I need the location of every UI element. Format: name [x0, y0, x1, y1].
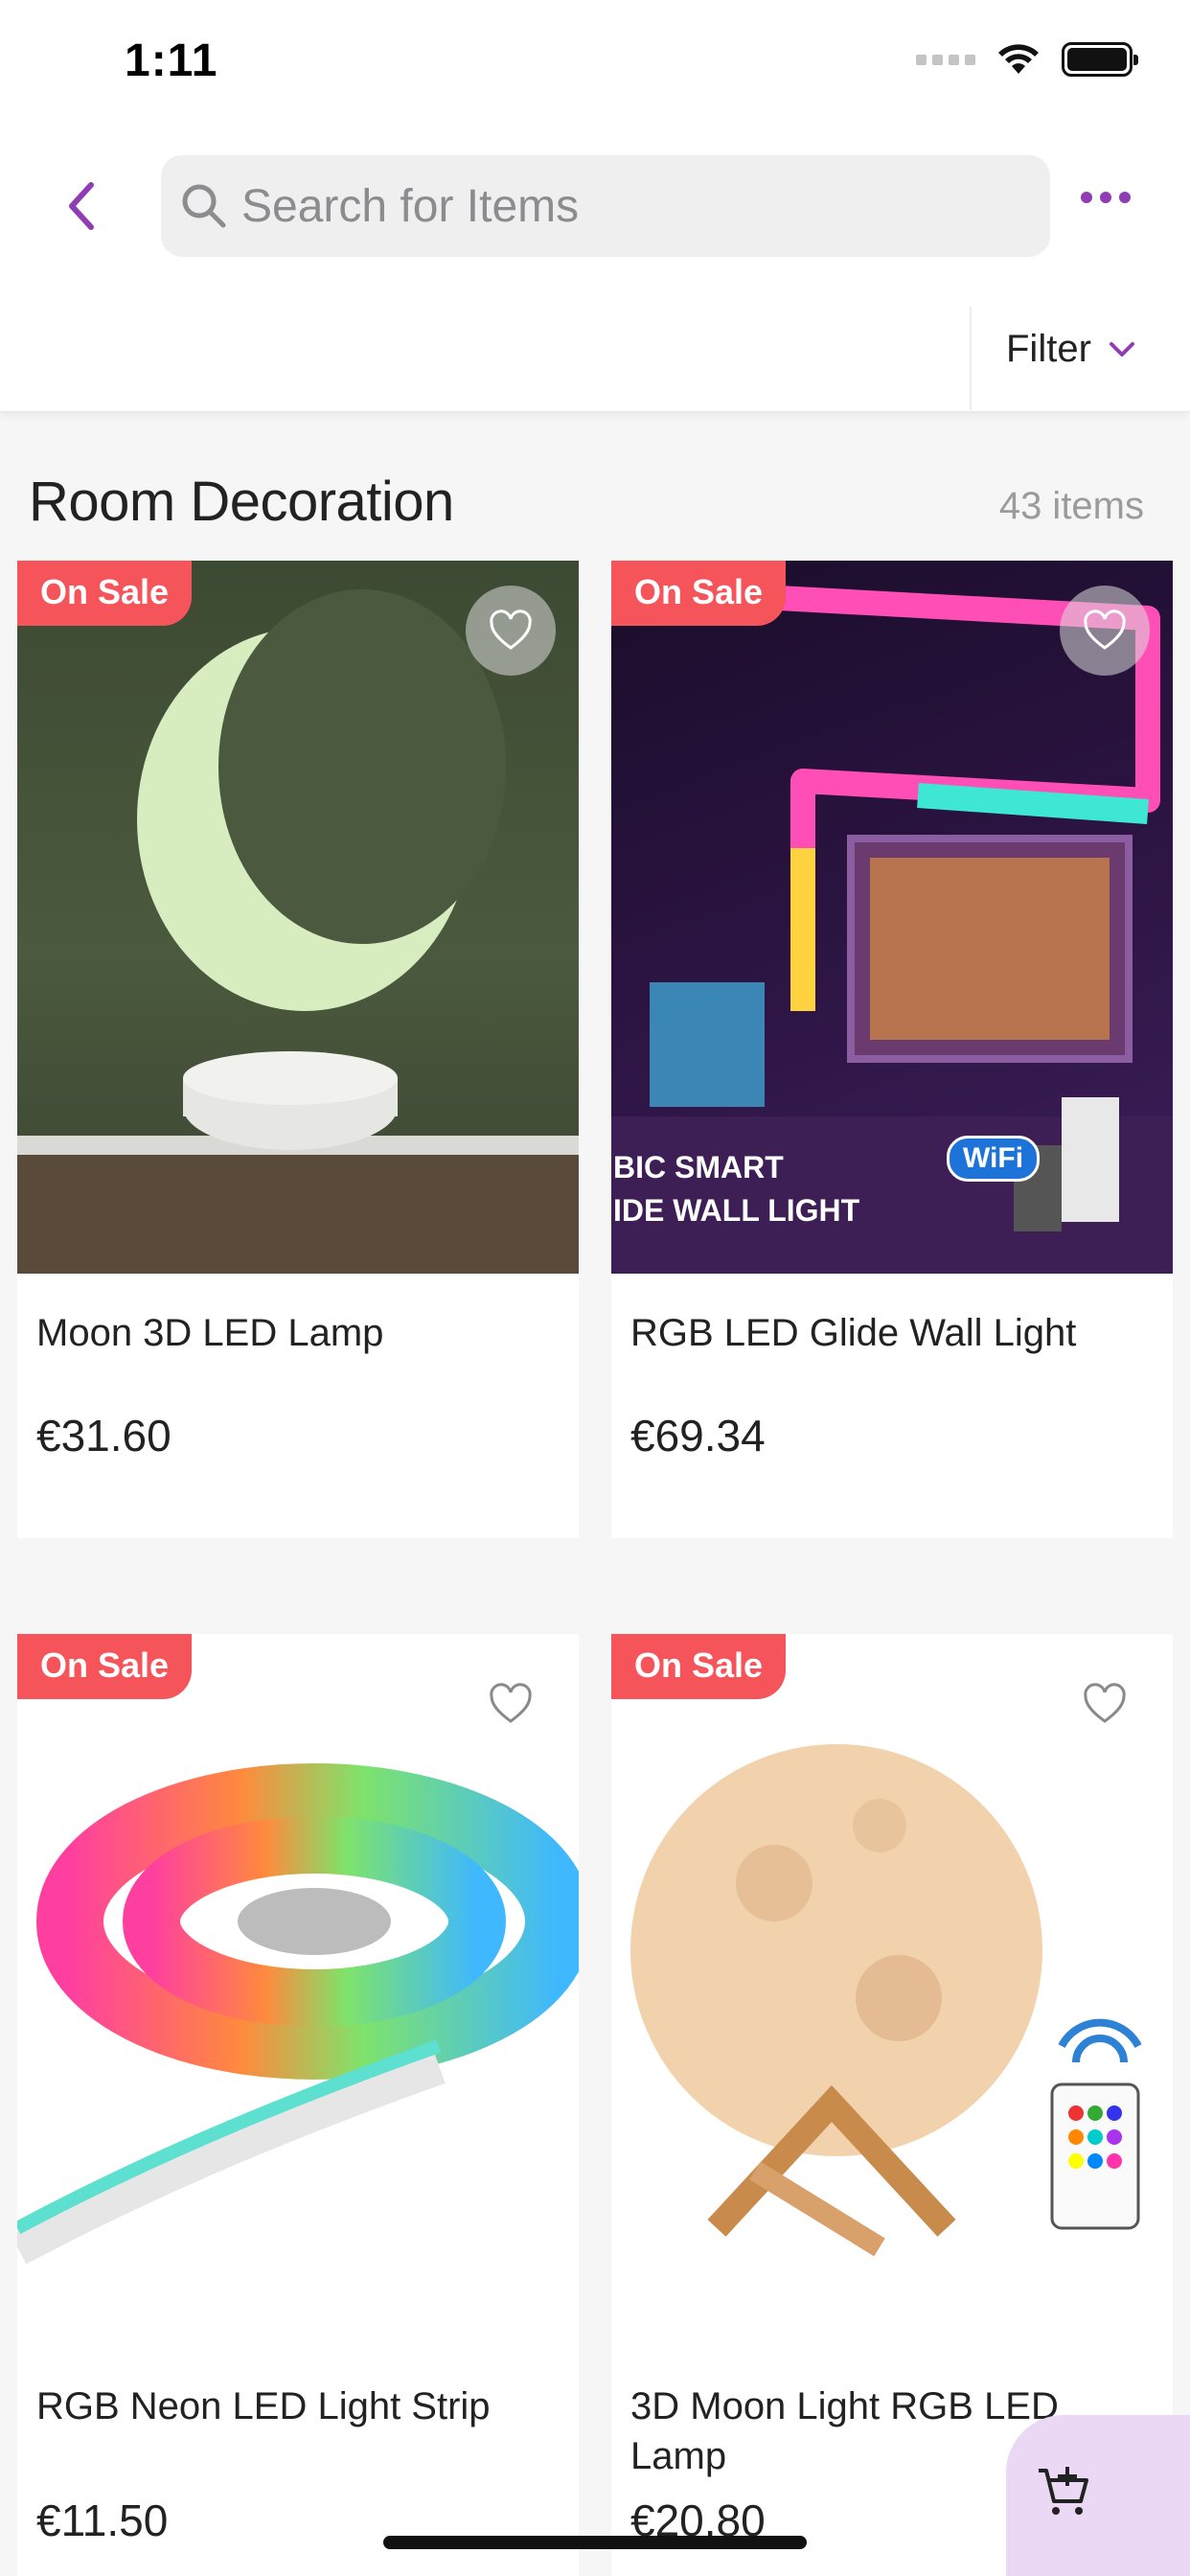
- status-bar: 1:11: [0, 0, 1190, 134]
- search-bar[interactable]: [161, 155, 1050, 257]
- product-name: RGB Neon LED Light Strip: [36, 2385, 491, 2427]
- wifi-badge: WiFi: [947, 1136, 1041, 1182]
- product-card[interactable]: On Sale Moon 3D LED Lamp €31.60: [17, 561, 579, 1538]
- battery-icon: [1062, 42, 1138, 77]
- filter-button[interactable]: Filter: [1006, 328, 1135, 371]
- favorite-button[interactable]: [466, 586, 556, 676]
- chevron-down-icon: [1109, 341, 1134, 356]
- filter-bar: Filter: [0, 278, 1190, 412]
- image-caption-line-2: IDE WALL LIGHT: [613, 1193, 860, 1228]
- sale-badge: On Sale: [17, 1634, 193, 1699]
- product-price: €69.34: [630, 1411, 766, 1460]
- filter-label: Filter: [1006, 328, 1091, 370]
- wifi-icon: [998, 44, 1039, 74]
- more-horizontal-icon: [1081, 192, 1092, 203]
- search-input[interactable]: [241, 179, 1008, 233]
- chevron-left-icon: [69, 182, 94, 230]
- product-image: On Sale: [17, 1634, 579, 2347]
- back-button[interactable]: [48, 172, 115, 240]
- heart-icon: [490, 1683, 532, 1723]
- product-price: €31.60: [36, 1411, 172, 1460]
- section-title: Room Decoration: [29, 471, 454, 533]
- heart-icon: [490, 610, 532, 650]
- heart-icon: [1084, 1683, 1126, 1723]
- product-price: €11.50: [36, 2496, 169, 2545]
- product-image: On Sale: [611, 1634, 1173, 2347]
- cellular-signal-icon: [916, 54, 975, 65]
- cart-button[interactable]: [1006, 2415, 1190, 2576]
- image-caption-line-1: BIC SMART: [613, 1150, 784, 1184]
- favorite-button[interactable]: [1060, 586, 1150, 676]
- search-icon: [182, 184, 226, 228]
- sale-badge: On Sale: [17, 561, 193, 626]
- product-image: WiFi BIC SMART IDE WALL LIGHT On Sale: [611, 561, 1173, 1274]
- status-icons: [916, 42, 1138, 77]
- filter-divider: [970, 307, 972, 410]
- status-time: 1:11: [125, 35, 218, 86]
- product-card[interactable]: On Sale RGB Neon LED Light Strip €11.50: [17, 1634, 579, 2576]
- sale-badge: On Sale: [611, 1634, 787, 1699]
- sale-badge: On Sale: [611, 561, 787, 626]
- add-to-cart-icon: [1039, 2467, 1088, 2515]
- favorite-button[interactable]: [1060, 1659, 1150, 1749]
- product-card[interactable]: WiFi BIC SMART IDE WALL LIGHT On Sale RG…: [611, 561, 1173, 1538]
- item-count: 43 items: [998, 485, 1144, 527]
- more-options-button[interactable]: [1081, 192, 1131, 203]
- heart-icon: [1084, 610, 1126, 650]
- product-name: Moon 3D LED Lamp: [36, 1312, 384, 1354]
- favorite-button[interactable]: [466, 1659, 556, 1749]
- product-image: On Sale: [17, 561, 579, 1274]
- product-name: RGB LED Glide Wall Light: [630, 1312, 1077, 1354]
- nav-bar: [0, 134, 1190, 278]
- home-indicator: [383, 2536, 807, 2549]
- screen: 1:11 Search for Items Filter Room Decora…: [0, 0, 1190, 2576]
